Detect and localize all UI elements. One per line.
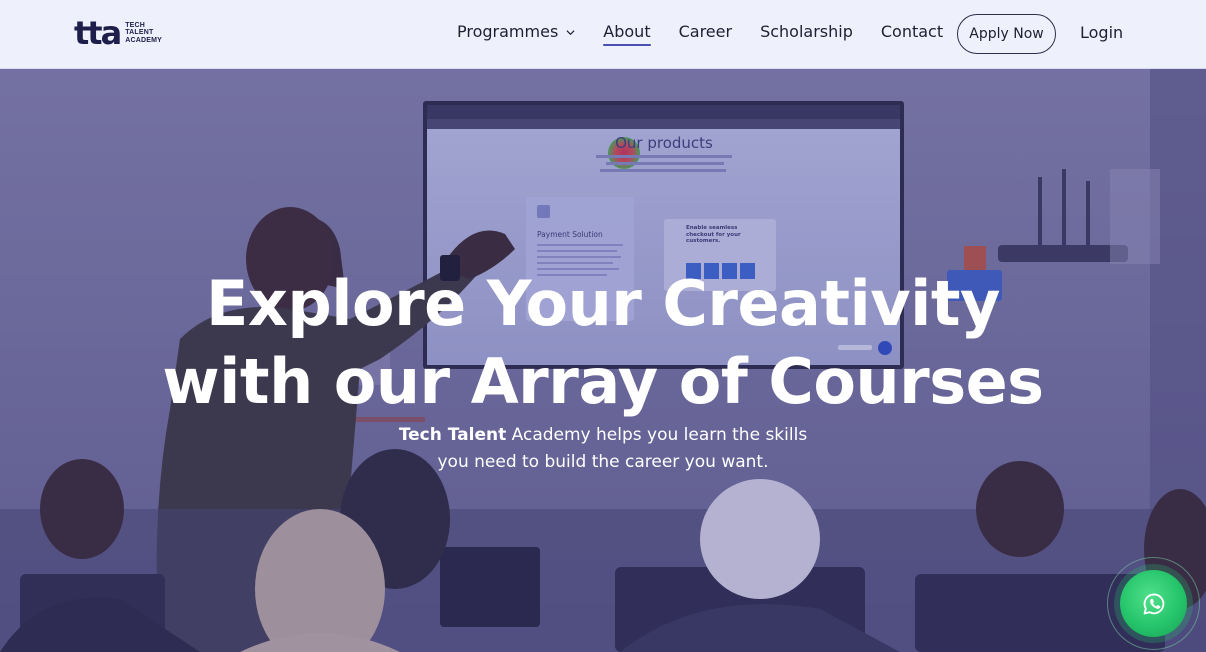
- nav-item-about[interactable]: About: [603, 22, 651, 46]
- nav-item-label: Programmes: [457, 22, 559, 41]
- hero-subtitle: Tech Talent Academy helps you learn the …: [0, 422, 1206, 476]
- logo-wordmark: TECH TALENT ACADEMY: [125, 22, 162, 45]
- logo-line-1: TECH: [125, 21, 146, 29]
- chevron-down-icon: [566, 29, 575, 35]
- nav-item-scholarship[interactable]: Scholarship: [760, 22, 853, 42]
- logo-mark: tta: [74, 14, 122, 52]
- hero-title: Explore Your Creativity with our Array o…: [0, 265, 1206, 421]
- nav-item-programmes[interactable]: Programmes: [457, 22, 575, 42]
- hero-subtitle-line-1: Academy helps you learn the skills: [506, 425, 808, 445]
- nav-item-contact[interactable]: Contact: [881, 22, 943, 42]
- login-link[interactable]: Login: [1080, 23, 1123, 43]
- logo-line-2: TALENT: [125, 29, 154, 37]
- main-nav: Programmes About Career Scholarship Cont…: [457, 22, 943, 46]
- whatsapp-chat-button[interactable]: [1120, 570, 1187, 637]
- hero-section: Our products Payment Solution Enable sea…: [0, 69, 1206, 652]
- hero-title-line-1: Explore Your Creativity: [206, 267, 1000, 340]
- hero-subtitle-brand: Tech Talent: [398, 425, 507, 445]
- brand-logo[interactable]: tta TECH TALENT ACADEMY: [74, 16, 162, 50]
- logo-line-3: ACADEMY: [125, 36, 162, 44]
- hero-subtitle-line-2: you need to build the career you want.: [437, 452, 769, 472]
- nav-item-career[interactable]: Career: [679, 22, 732, 42]
- whatsapp-icon: [1143, 593, 1164, 614]
- apply-now-button[interactable]: Apply Now: [957, 14, 1056, 54]
- top-navbar: tta TECH TALENT ACADEMY Programmes About…: [0, 0, 1206, 69]
- hero-title-line-2: with our Array of Courses: [162, 345, 1044, 418]
